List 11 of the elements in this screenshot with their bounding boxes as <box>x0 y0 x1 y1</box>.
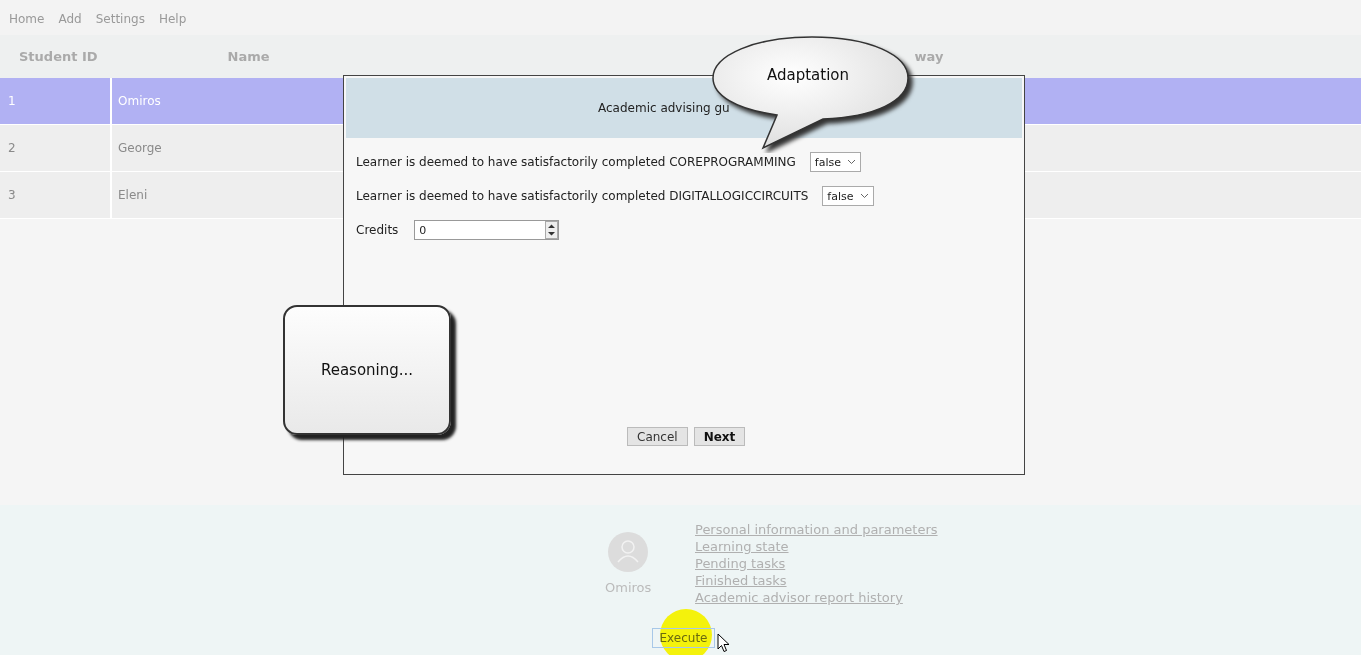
field-label: Learner is deemed to have satisfactorily completed COREPROGRAMMING <box>356 155 796 169</box>
field-label: Credits <box>356 223 399 237</box>
table-cell-text: Omiros <box>117 93 161 110</box>
callout-text: Adaptation <box>767 66 850 84</box>
dialog-title: Academic advising gu <box>598 101 730 115</box>
table-cell-text: George <box>117 140 162 157</box>
callout-box: Reasoning... <box>283 305 451 435</box>
field-label: Learner is deemed to have satisfactorily completed DIGITALLOGICCIRCUITS <box>356 189 809 203</box>
user-name: Omiros <box>605 580 652 595</box>
table-cell-text: Eleni <box>117 187 148 204</box>
table-cell: 3 <box>0 172 112 218</box>
